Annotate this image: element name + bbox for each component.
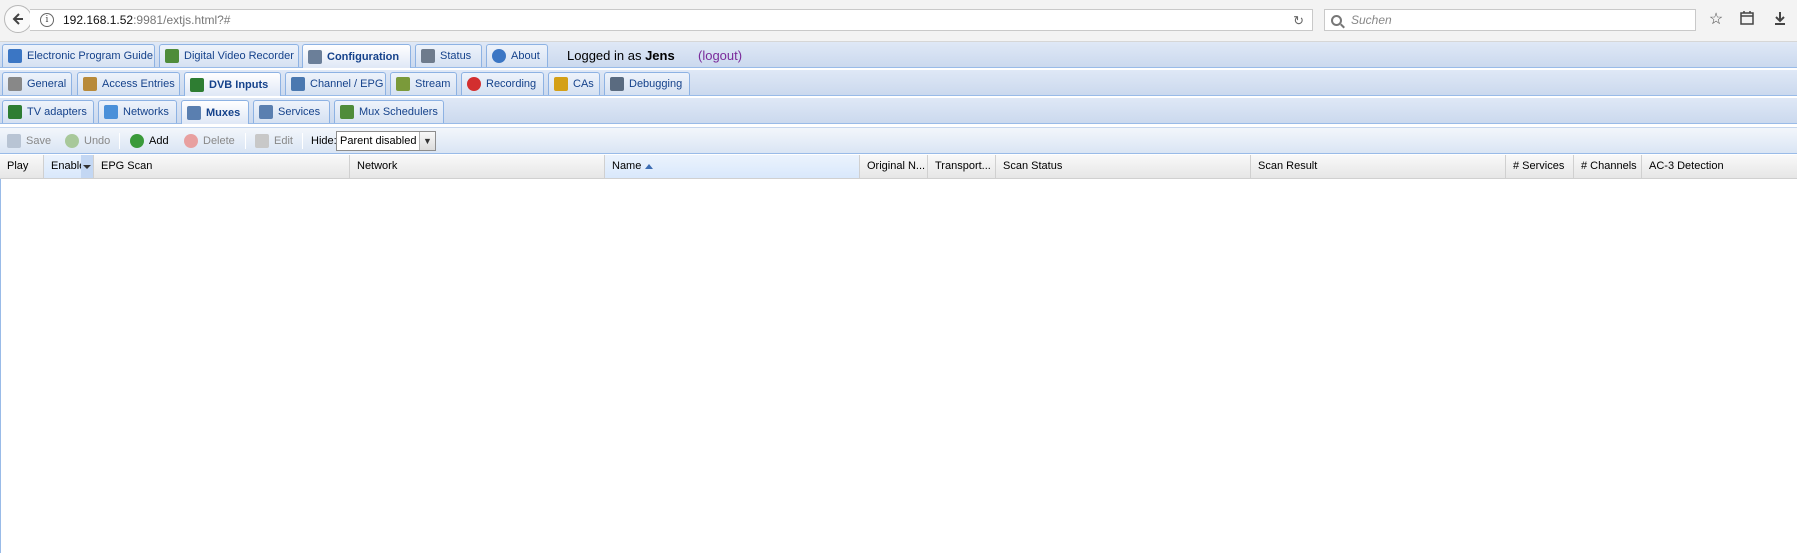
column-network[interactable]: Network	[350, 155, 605, 178]
add-button[interactable]: Add	[130, 132, 169, 150]
back-arrow-icon	[12, 13, 23, 25]
tab-cas[interactable]: CAs	[548, 72, 600, 95]
tab-stream[interactable]: Stream	[390, 72, 457, 95]
undo-button[interactable]: Undo	[65, 132, 110, 150]
download-icon[interactable]	[1770, 10, 1790, 30]
sort-ascending-icon	[645, 163, 654, 169]
services-icon	[259, 105, 273, 119]
column-channels[interactable]: # Channels	[1574, 155, 1642, 178]
undo-icon	[65, 134, 79, 148]
column-transport[interactable]: Transport...	[928, 155, 996, 178]
hide-label: Hide:	[311, 135, 337, 147]
tab-about[interactable]: About	[486, 44, 548, 67]
config-tab-strip: General Access Entries DVB Inputs Channe…	[0, 70, 1797, 96]
tab-channel-epg[interactable]: Channel / EPG	[285, 72, 386, 95]
dvb-tab-strip: TV adapters Networks Muxes Services Mux …	[0, 98, 1797, 124]
grid-toolbar: Save Undo Add Delete Edit Hide: Parent d…	[0, 127, 1797, 154]
tab-tv-adapters[interactable]: TV adapters	[2, 100, 94, 123]
edit-icon	[255, 134, 269, 148]
tab-dvb-inputs[interactable]: DVB Inputs	[184, 72, 281, 96]
save-button[interactable]: Save	[7, 132, 51, 150]
column-name[interactable]: Name	[605, 155, 860, 178]
browser-toolbar: i 192.168.1.52:9981/extjs.html?# ↻ Suche…	[0, 0, 1797, 42]
login-status: Logged in as Jens	[567, 48, 675, 63]
bookmark-star-icon[interactable]: ☆	[1706, 10, 1726, 30]
mux-icon	[187, 105, 201, 120]
eye-icon	[421, 49, 435, 63]
tv-icon	[291, 77, 305, 91]
address-bar[interactable]: i 192.168.1.52:9981/extjs.html?# ↻	[30, 9, 1313, 31]
main-tab-strip: Electronic Program Guide Digital Video R…	[0, 42, 1797, 68]
tab-configuration[interactable]: Configuration	[302, 44, 411, 68]
adapter-icon	[8, 105, 22, 119]
tab-access-entries[interactable]: Access Entries	[77, 72, 180, 95]
column-ac3-detection[interactable]: AC-3 Detection	[1642, 155, 1797, 178]
column-scan-result[interactable]: Scan Result	[1251, 155, 1506, 178]
column-scan-status[interactable]: Scan Status	[996, 155, 1251, 178]
edit-button[interactable]: Edit	[255, 132, 293, 150]
column-enable[interactable]: Enable	[44, 155, 94, 178]
scheduler-icon	[340, 105, 354, 119]
tab-debugging[interactable]: Debugging	[604, 72, 690, 95]
add-icon	[130, 134, 144, 148]
wrench-icon	[308, 49, 322, 64]
hide-select[interactable]: Parent disabled ▼	[336, 131, 436, 151]
column-epg-scan[interactable]: EPG Scan	[94, 155, 350, 178]
delete-button[interactable]: Delete	[184, 132, 235, 150]
chevron-down-icon[interactable]: ▼	[419, 132, 435, 150]
grid-header: Play Enable EPG Scan Network Name Origin…	[0, 155, 1797, 179]
column-original-network[interactable]: Original N...	[860, 155, 928, 178]
tools-icon	[8, 77, 22, 91]
tab-muxes[interactable]: Muxes	[181, 100, 249, 124]
logout-link[interactable]: (logout)	[698, 48, 742, 63]
key-icon	[554, 77, 568, 91]
column-menu-trigger[interactable]	[81, 155, 93, 178]
grid-body[interactable]	[0, 179, 1797, 553]
tab-networks[interactable]: Networks	[98, 100, 177, 123]
users-icon	[83, 77, 97, 91]
tab-recording[interactable]: Recording	[461, 72, 544, 95]
tab-dvr[interactable]: Digital Video Recorder	[159, 44, 299, 67]
epg-icon	[8, 49, 22, 63]
search-input[interactable]: Suchen	[1324, 9, 1696, 31]
download-icon	[165, 49, 179, 63]
tab-mux-schedulers[interactable]: Mux Schedulers	[334, 100, 444, 123]
tab-epg[interactable]: Electronic Program Guide	[2, 44, 155, 67]
rec-icon	[467, 77, 481, 91]
stream-icon	[396, 77, 410, 91]
url-text[interactable]: 192.168.1.52:9981/extjs.html?#	[63, 13, 230, 27]
column-play[interactable]: Play	[0, 155, 44, 178]
card-icon	[190, 77, 204, 92]
tab-general[interactable]: General	[2, 72, 72, 95]
info-icon	[492, 49, 506, 63]
tab-status[interactable]: Status	[415, 44, 482, 67]
reload-icon[interactable]: ↻	[1293, 13, 1304, 29]
antenna-icon	[104, 105, 118, 119]
delete-icon	[184, 134, 198, 148]
search-icon	[1331, 14, 1342, 26]
back-button[interactable]	[4, 5, 32, 33]
bug-icon	[610, 77, 624, 91]
site-info-icon[interactable]: i	[40, 13, 54, 27]
save-icon	[7, 134, 21, 148]
tab-services[interactable]: Services	[253, 100, 330, 123]
column-services[interactable]: # Services	[1506, 155, 1574, 178]
reading-list-icon[interactable]	[1737, 10, 1757, 30]
